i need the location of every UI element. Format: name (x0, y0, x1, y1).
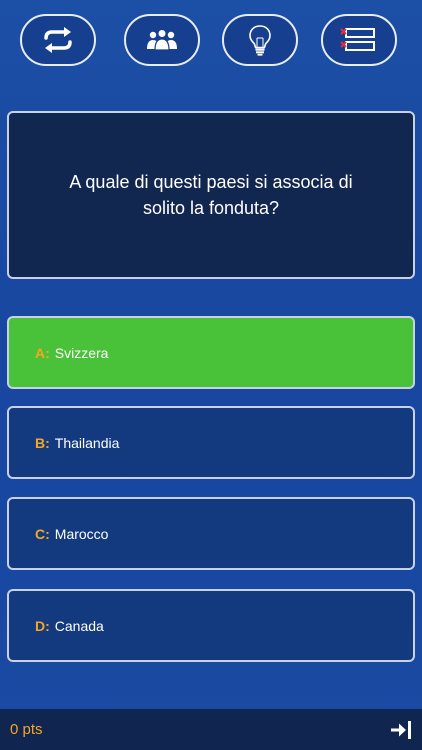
ask-audience-button[interactable] (124, 14, 200, 66)
answer-option-c[interactable]: C: Marocco (7, 497, 415, 570)
audience-icon (147, 30, 177, 51)
answer-letter: B: (35, 434, 50, 451)
answer-letter: A: (35, 344, 50, 361)
switch-question-button[interactable] (20, 14, 96, 66)
answer-text: Marocco (54, 525, 109, 542)
exit-button[interactable] (390, 720, 412, 740)
footer-bar: 0 pts (0, 709, 422, 750)
swap-arrows-icon (44, 27, 72, 53)
answer-option-d[interactable]: D: Canada (7, 589, 415, 662)
score-label: 0 pts (10, 721, 43, 738)
lightbulb-icon (249, 25, 271, 56)
remove-answers-button[interactable] (321, 14, 397, 66)
answer-letter: D: (35, 617, 50, 634)
answer-text: Canada (54, 617, 104, 634)
question-box: A quale di questi paesi si associa di so… (7, 111, 415, 279)
lifeline-bar (0, 14, 422, 70)
answer-text: Svizzera (54, 344, 109, 361)
question-text: A quale di questi paesi si associa di so… (69, 172, 353, 218)
answer-text: Thailandia (54, 434, 120, 451)
answer-option-a[interactable]: A: Svizzera (7, 316, 415, 389)
hint-button[interactable] (222, 14, 298, 66)
fifty-fifty-list-icon (340, 28, 375, 51)
exit-arrow-icon (391, 720, 411, 739)
answer-option-b[interactable]: B: Thailandia (7, 406, 415, 479)
answer-letter: C: (35, 525, 50, 542)
